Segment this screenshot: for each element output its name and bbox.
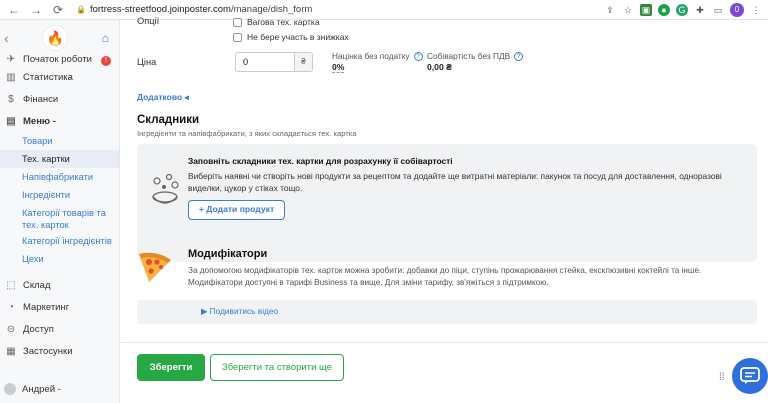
watch-video-link[interactable]: ▶ Подивитись відео	[201, 306, 278, 316]
sidebar-item-finance[interactable]: $ Фінанси	[0, 88, 119, 110]
sidebar-subitem-tech-cards[interactable]: Тех. картки	[0, 150, 119, 168]
url-path: /manage/dish_form	[230, 4, 313, 15]
sidebar-item-marketing[interactable]: ◔ Маркетинг	[0, 296, 119, 318]
user-name: Андрей -	[22, 383, 61, 395]
sidebar-subitem-ingredient-categories[interactable]: Категорії інгредієнтів	[0, 232, 119, 250]
browser-toolbar: ← → ⟳ 🔒 fortress-streetfood.joinposter.c…	[0, 0, 768, 20]
add-product-button[interactable]: + Додати продукт	[188, 200, 285, 220]
checkbox-label: Вагова тех. картка	[247, 17, 320, 27]
extension-green-icon[interactable]: ▣	[640, 3, 652, 16]
chart-icon: ▥	[6, 71, 16, 83]
pizza-icon	[139, 252, 171, 282]
sidebar-item-getting-started[interactable]: ✈ Початок роботи !	[0, 52, 119, 66]
ingredients-subtitle: Інгредієнти та напівфабрикати, з яких ск…	[137, 129, 357, 138]
ingredients-empty-text: Виберіть наявні чи створіть нові продукт…	[188, 171, 722, 193]
sidebar-item-label: Застосунки	[23, 345, 73, 357]
sidebar-subitem-semi-products[interactable]: Напівфабрикати	[0, 168, 119, 186]
video-bar: ▶ Подивитись відео	[137, 300, 757, 324]
sidebar-item-warehouse[interactable]: ⬚ Склад	[0, 274, 119, 296]
sidebar-item-menu[interactable]: ▤ Меню -	[0, 110, 119, 132]
more-menu-icon[interactable]: ⋮	[750, 4, 762, 16]
price-value[interactable]: 0	[236, 57, 294, 67]
ingredients-empty-title: Заповніть складники тех. картки для розр…	[188, 156, 453, 166]
modifiers-text: За допомогою модифікаторів тех. карток м…	[188, 266, 702, 287]
sidebar-item-label: Початок роботи	[23, 53, 92, 65]
apps-icon: ▦	[6, 345, 16, 357]
lock-icon: 🔒	[76, 5, 86, 14]
profile-avatar[interactable]: 0	[730, 2, 744, 17]
extensions-area: ⇪ ☆ ▣ ● G ✚ ▭ 0 ⋮	[604, 2, 762, 17]
price-input[interactable]: 0 ₴	[235, 52, 313, 72]
options-label: Опції	[137, 16, 160, 26]
avatar	[4, 383, 16, 395]
sidebar-item-label: Меню -	[23, 115, 56, 127]
box-icon: ⬚	[6, 279, 16, 291]
lamp-icon[interactable]: ⌂	[102, 31, 109, 45]
lock-icon: ⊝	[6, 323, 16, 335]
sidebar-item-label: Доступ	[23, 323, 54, 335]
sidebar-subitem-product-categories[interactable]: Категорії товарів та тех. карток	[0, 204, 119, 232]
dollar-icon: $	[8, 93, 14, 105]
notification-badge: !	[101, 56, 111, 66]
chat-icon	[740, 367, 760, 384]
sidebar: ‹ 🔥 ⌂ ✈ Початок роботи ! ▥ Статистика $ …	[0, 20, 120, 403]
sidebar-item-label: Фінанси	[23, 93, 59, 105]
ingredients-title: Складники	[137, 114, 200, 126]
no-discount-checkbox[interactable]: Не бере участь в знижках	[233, 32, 349, 42]
sidebar-header: ‹ 🔥 ⌂	[0, 20, 119, 56]
forward-arrow-icon[interactable]: →	[28, 2, 44, 18]
chat-button[interactable]	[732, 358, 768, 394]
reload-icon[interactable]: ⟳	[50, 2, 66, 18]
poster-logo[interactable]: 🔥	[42, 25, 69, 51]
collapse-icon[interactable]: ‹	[4, 30, 9, 46]
weight-card-checkbox[interactable]: Вагова тех. картка	[233, 17, 320, 27]
share-icon[interactable]: ⇪	[604, 4, 616, 16]
markup-value: 0%	[332, 62, 345, 73]
sidebar-subitem-products[interactable]: Товари	[0, 132, 119, 150]
megaphone-icon: ◔	[7, 301, 15, 313]
extension-circle-icon[interactable]: ●	[658, 3, 670, 16]
sidebar-item-access[interactable]: ⊝ Доступ	[0, 318, 119, 340]
checkbox-box[interactable]	[233, 17, 242, 27]
back-arrow-icon[interactable]: ←	[6, 2, 22, 18]
star-icon[interactable]: ☆	[622, 4, 634, 16]
rocket-icon: ✈	[6, 53, 16, 65]
extension-grammar-icon[interactable]: G	[676, 3, 688, 16]
help-icon[interactable]: ?	[413, 52, 423, 62]
additional-link[interactable]: Додатково ◂	[137, 92, 189, 103]
sidebar-item-apps[interactable]: ▦ Застосунки	[0, 340, 119, 362]
sidebar-item-label: Статистика	[23, 71, 73, 83]
markup-label: Націнка без податку?	[332, 51, 423, 62]
sidebar-subitem-workshops[interactable]: Цехи	[0, 250, 119, 268]
cost-value: 0,00 ₴	[427, 62, 452, 72]
drag-grid-icon[interactable]: ⁞⁞	[719, 372, 725, 383]
sidebar-subitem-ingredients[interactable]: Інгредієнти	[0, 186, 119, 204]
dish-form: Опції Вагова тех. картка Не бере участь …	[121, 16, 768, 403]
puzzle-icon[interactable]: ✚	[694, 4, 706, 16]
url-host: fortress-streetfood.joinposter.com	[89, 4, 231, 15]
modifiers-title: Модифікатори	[188, 248, 268, 260]
ingredients-empty-state: Заповніть складники тех. картки для розр…	[137, 144, 757, 262]
help-icon[interactable]: ?	[514, 52, 524, 62]
price-label: Ціна	[137, 57, 157, 67]
save-button[interactable]: Зберегти	[137, 354, 205, 381]
markup-label-text: Націнка без податку	[332, 51, 410, 61]
divider	[121, 342, 768, 343]
ingredients-illustration-icon	[152, 173, 179, 204]
currency-addon: ₴	[294, 53, 312, 71]
user-menu[interactable]: Андрей -	[0, 383, 61, 395]
cost-label-text: Собівартість без ПДВ	[427, 51, 511, 61]
checkbox-box[interactable]	[233, 32, 242, 42]
cost-label: Собівартість без ПДВ?	[427, 51, 524, 62]
sidebar-item-label: Маркетинг	[23, 301, 70, 313]
sidebar-toggle-icon[interactable]: ▭	[712, 4, 724, 16]
sidebar-item-statistics[interactable]: ▥ Статистика	[0, 66, 119, 88]
checkbox-label: Не бере участь в знижках	[247, 32, 349, 42]
sidebar-item-label: Склад	[23, 279, 51, 291]
book-icon: ▤	[6, 115, 16, 127]
save-and-create-button[interactable]: Зберегти та створити ще	[210, 354, 344, 381]
